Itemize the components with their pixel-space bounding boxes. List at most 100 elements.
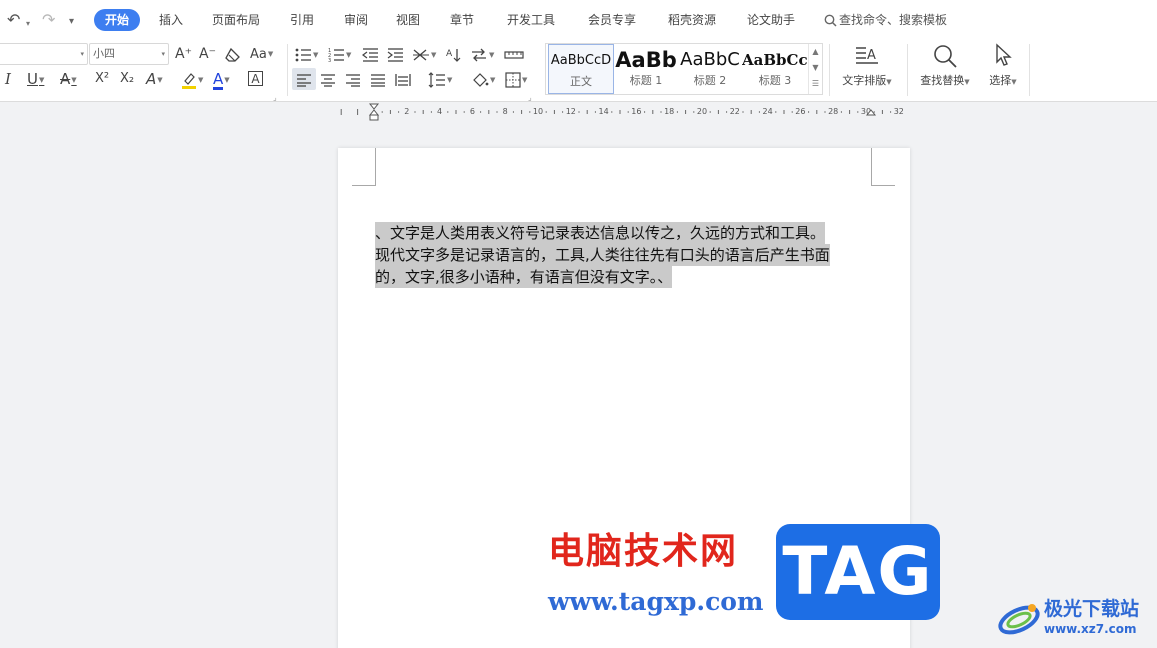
tab-member[interactable]: 会员专享 — [588, 11, 636, 29]
watermark-logo-name: 极光下载站 — [1044, 598, 1140, 620]
numbered-list-button[interactable]: 1 2 3 ▼ — [328, 44, 351, 64]
subscript-button[interactable]: X₂ — [120, 69, 134, 89]
paint-bucket-icon — [473, 72, 489, 87]
style-heading-1[interactable]: AaBb 标题 1 — [613, 44, 679, 94]
style-heading-3-sample: AaBbCcI — [742, 51, 808, 69]
char-border-button[interactable]: A — [248, 69, 263, 89]
superscript-button[interactable]: X² — [95, 69, 109, 89]
distribute-icon — [395, 73, 411, 86]
tab-developer[interactable]: 开发工具 — [507, 11, 555, 29]
customize-quick-access-icon[interactable]: ▾ — [69, 13, 74, 31]
horizontal-ruler[interactable]: 2 4 6 8 10 12 14 16 18 20 22 24 26 28 30 32 — [0, 103, 1157, 121]
align-right-button[interactable] — [345, 69, 361, 89]
italic-button[interactable]: I — [5, 69, 11, 89]
scroll-down-icon[interactable]: ▼ — [809, 60, 822, 76]
selected-text[interactable]: 的，文字,很多小语种，有语言但没有文字。、 — [375, 266, 673, 288]
style-normal[interactable]: AaBbCcD 正文 — [548, 44, 614, 94]
magnifier-icon — [913, 43, 977, 73]
highlight-button[interactable]: ▼ — [181, 69, 203, 89]
selected-text[interactable]: 现代文字多是记录语言的，工具,人类往往先有口头的语言后产生书面 — [375, 244, 830, 266]
tab-view[interactable]: 视图 — [396, 11, 420, 29]
search-icon — [824, 14, 837, 27]
font-name-select[interactable]: ▾ — [0, 43, 88, 65]
hanging-indent-marker[interactable] — [368, 109, 380, 116]
shading-button[interactable]: ▼ — [471, 69, 495, 89]
text-effect-label: A — [146, 70, 157, 88]
grow-font-button[interactable]: A⁺ — [175, 44, 192, 64]
change-case-button[interactable]: Aa▼ — [250, 44, 273, 64]
text-direction-button[interactable]: ▼ — [470, 44, 494, 64]
ruler-label: 10 — [533, 107, 543, 116]
chinese-layout-icon — [413, 49, 429, 60]
watermark-tag-text: TAG — [782, 533, 934, 610]
font-size-select[interactable]: 小四 ▾ — [89, 43, 169, 65]
tab-paper-assistant[interactable]: 论文助手 — [747, 11, 795, 29]
text-layout-button[interactable]: A 文字排版▼ — [835, 43, 899, 90]
align-left-button[interactable] — [292, 68, 316, 90]
find-replace-button[interactable]: 查找替换▼ — [913, 43, 977, 90]
selected-text[interactable]: 、文字是人类用表义符号记录表达信息以传之，久远的方式和工具。 — [375, 222, 826, 244]
align-right-icon — [346, 73, 360, 87]
redo-icon[interactable]: ↷ — [42, 11, 55, 29]
ruler-label: 32 — [894, 107, 904, 116]
distribute-button[interactable] — [395, 69, 411, 89]
watermark-site-url: www.tagxp.com — [548, 587, 764, 616]
first-line-indent-marker[interactable] — [368, 103, 380, 110]
watermark-site-name: 电脑技术网 — [548, 531, 739, 572]
shrink-font-button[interactable]: A⁻ — [199, 44, 216, 64]
decrease-indent-button[interactable] — [362, 44, 379, 64]
borders-icon — [505, 71, 521, 88]
highlighter-icon — [182, 72, 196, 89]
font-size-value: 小四 — [93, 47, 115, 60]
tab-chapter[interactable]: 章节 — [450, 11, 474, 29]
justify-icon — [371, 73, 385, 87]
tab-insert[interactable]: 插入 — [159, 11, 183, 29]
svg-text:3: 3 — [328, 58, 331, 63]
style-heading-1-sample: AaBb — [615, 48, 677, 72]
strikethrough-button[interactable]: A▼ — [60, 69, 77, 89]
align-center-icon — [321, 73, 335, 87]
select-button[interactable]: 选择▼ — [981, 43, 1025, 90]
style-gallery-scroll[interactable]: ▲ ▼ ☰ — [808, 44, 822, 94]
ruler-label: 14 — [599, 107, 609, 116]
increase-indent-button[interactable] — [387, 44, 404, 64]
style-heading-3[interactable]: AaBbCcI 标题 3 — [742, 44, 808, 94]
ribbon-divider — [287, 44, 288, 96]
borders-button[interactable]: ▼ — [505, 69, 527, 89]
gallery-more-icon[interactable]: ☰ — [809, 76, 822, 92]
tab-review[interactable]: 审阅 — [344, 11, 368, 29]
tab-home[interactable]: 开始 — [94, 9, 141, 31]
document-line[interactable]: 、文字是人类用表义符号记录表达信息以传之，久远的方式和工具。 — [375, 222, 875, 244]
align-center-button[interactable] — [320, 69, 336, 89]
find-replace-label: 查找替换 — [920, 74, 965, 87]
ruler-label: 22 — [730, 107, 740, 116]
sort-button[interactable]: A — [445, 44, 461, 64]
show-hide-marks-button[interactable] — [504, 44, 524, 64]
document-line[interactable]: 的，文字,很多小语种，有语言但没有文字。、 — [375, 266, 875, 288]
text-effect-button[interactable]: A▼ — [146, 69, 163, 89]
margin-corner-top-right — [871, 148, 895, 186]
bullet-list-button[interactable]: ▼ — [295, 44, 318, 64]
undo-dropdown-icon[interactable]: ▾ — [26, 15, 30, 33]
line-spacing-button[interactable]: ▼ — [428, 69, 452, 89]
watermark-download-site-logo: 极光下载站 www.xz7.com — [996, 594, 1156, 644]
left-indent-marker[interactable] — [369, 114, 379, 121]
ruler-label: 16 — [631, 107, 641, 116]
document-line[interactable]: 现代文字多是记录语言的，工具,人类往往先有口头的语言后产生书面 — [375, 244, 875, 266]
ruler-label: 8 — [503, 107, 508, 116]
chinese-layout-button[interactable]: ▼ — [412, 44, 436, 64]
font-color-button[interactable]: A▼ — [213, 69, 230, 90]
underline-button[interactable]: U▼ — [27, 69, 44, 89]
tab-references[interactable]: 引用 — [290, 11, 314, 29]
document-body[interactable]: 、文字是人类用表义符号记录表达信息以传之，久远的方式和工具。 现代文字多是记录语… — [375, 222, 875, 288]
scroll-up-icon[interactable]: ▲ — [809, 44, 822, 60]
tab-page-layout[interactable]: 页面布局 — [212, 11, 260, 29]
tab-docer-resources[interactable]: 稻壳资源 — [668, 11, 716, 29]
style-heading-2[interactable]: AaBbC 标题 2 — [677, 44, 743, 94]
clear-format-button[interactable] — [224, 44, 242, 64]
align-left-icon — [297, 73, 311, 87]
justify-button[interactable] — [370, 69, 386, 89]
undo-icon[interactable]: ↶ — [7, 11, 20, 29]
ruler-label: 12 — [566, 107, 576, 116]
command-search[interactable]: 查找命令、搜索模板 — [824, 11, 947, 29]
